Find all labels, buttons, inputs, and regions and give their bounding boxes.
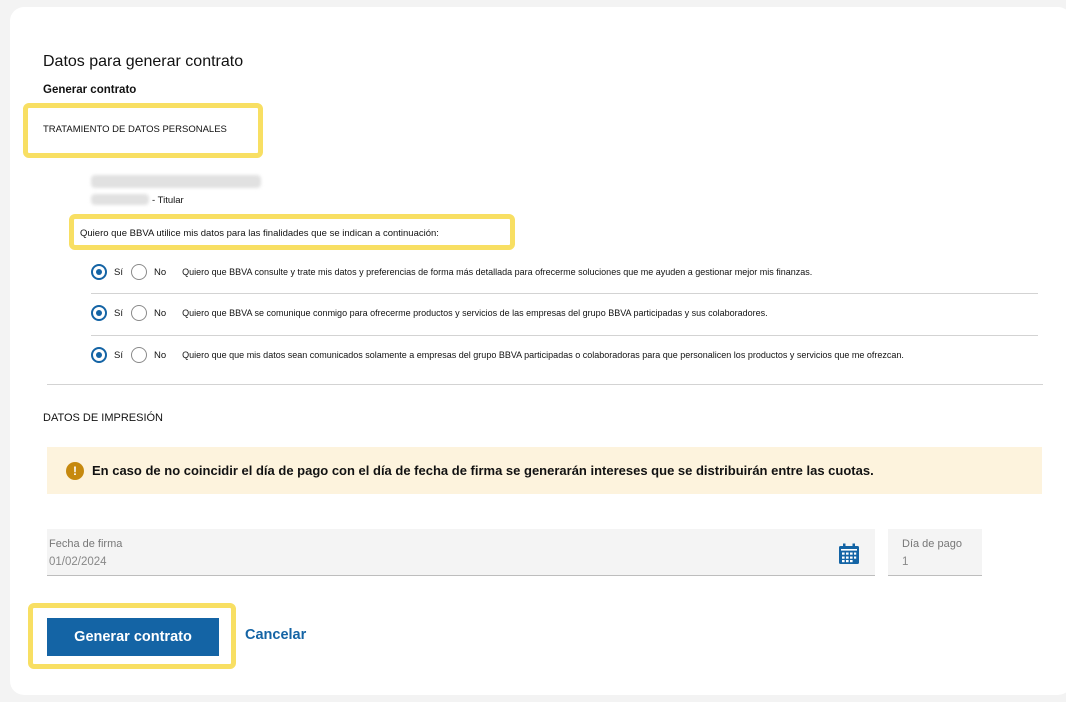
yes-label: Sí [114,307,123,319]
consent-option-1: Sí No Quiero que BBVA consulte y trate m… [91,262,812,282]
holder-name-redacted [91,175,261,188]
alert-text: En caso de no coincidir el día de pago c… [92,463,874,478]
no-label: No [153,266,167,278]
consent-text: Quiero que BBVA se comunique conmigo par… [182,308,768,318]
consent-option-3: Sí No Quiero que que mis datos sean comu… [91,345,904,365]
no-radio[interactable] [130,305,147,321]
cancel-link[interactable]: Cancelar [245,627,306,643]
signature-date-field[interactable]: Fecha de firma 01/02/2024 [47,529,875,576]
yes-label: Sí [114,266,123,278]
no-radio[interactable] [130,347,147,363]
payment-day-field[interactable]: Día de pago 1 [888,529,982,576]
payment-day-value: 1 [902,556,909,568]
warning-icon: ! [66,461,84,480]
consent-text: Quiero que BBVA consulte y trate mis dat… [182,267,813,277]
consent-text: Quiero que que mis datos sean comunicado… [182,350,904,360]
no-label: No [153,349,167,361]
payment-day-label: Día de pago [902,538,962,550]
page-subtitle: Generar contrato [43,84,137,96]
print-data-section-label: DATOS DE IMPRESIÓN [43,412,164,424]
consent-option-2: Sí No Quiero que BBVA se comunique conmi… [91,303,768,323]
no-radio[interactable] [130,264,147,280]
personal-data-section-label: TRATAMIENTO DE DATOS PERSONALES [43,124,227,135]
yes-label: Sí [114,349,123,361]
signature-date-value: 01/02/2024 [49,556,107,568]
no-label: No [153,307,167,319]
holder-role: - Titular [152,195,184,206]
yes-radio[interactable] [91,305,107,321]
yes-radio[interactable] [91,264,107,280]
divider [91,335,1038,336]
signature-date-label: Fecha de firma [49,538,123,550]
divider [91,293,1038,294]
calendar-icon[interactable] [838,543,860,565]
generate-contract-button[interactable]: Generar contrato [47,618,219,656]
consent-intro: Quiero que BBVA utilice mis datos para l… [80,228,439,239]
page-title: Datos para generar contrato [43,53,244,70]
holder-id-redacted [91,194,149,205]
section-divider [47,384,1043,385]
yes-radio[interactable] [91,347,107,363]
payment-day-alert: ! En caso de no coincidir el día de pago… [47,447,1042,494]
